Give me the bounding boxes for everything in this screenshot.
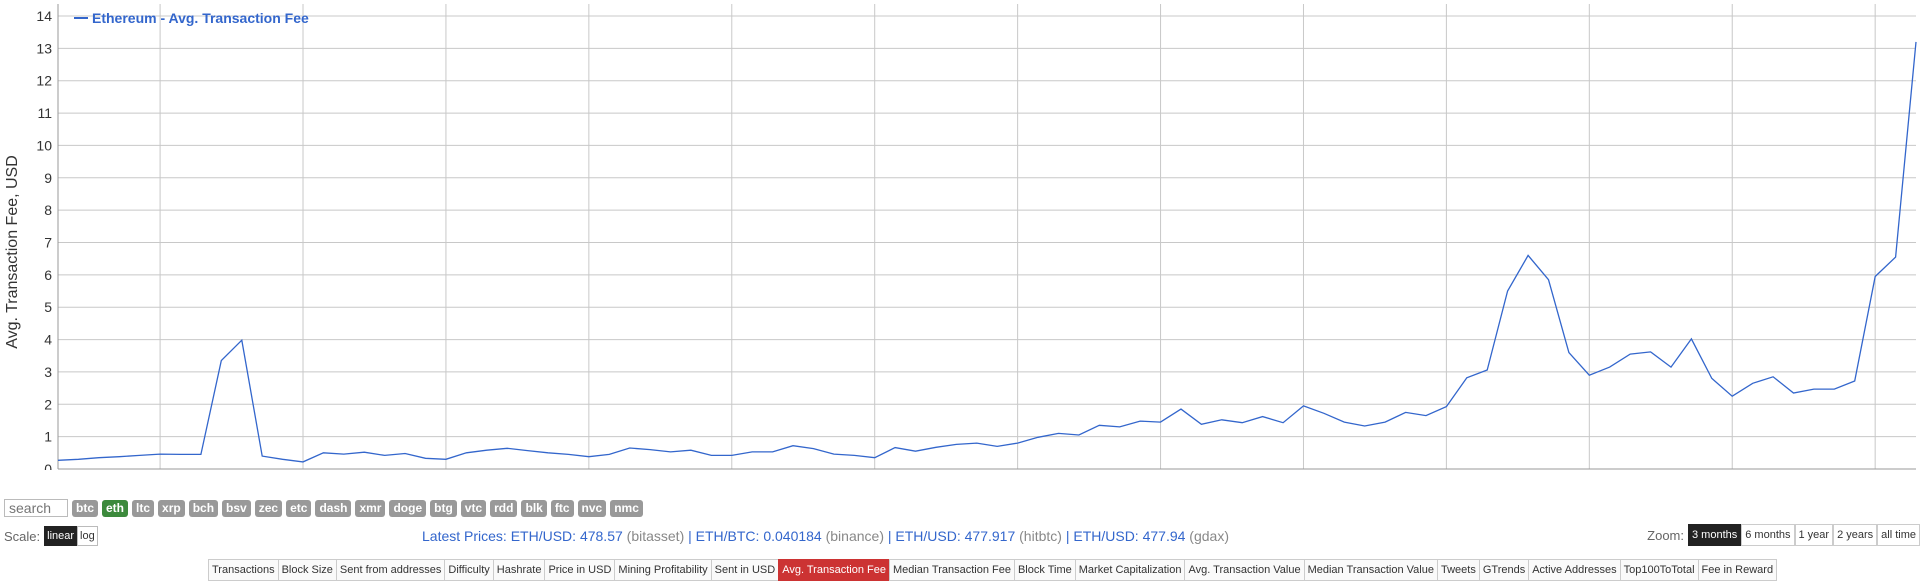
y-tick-label: 5 xyxy=(44,299,52,315)
coin-button-blk[interactable]: blk xyxy=(521,499,547,517)
y-tick-labels: 01234567891011121314 xyxy=(36,8,52,470)
coin-button-ftc[interactable]: ftc xyxy=(550,499,574,517)
zoom-buttons: 3 months 6 months 1 year 2 years all time xyxy=(1688,524,1920,546)
metric-tab-sent-in-usd[interactable]: Sent in USD xyxy=(710,559,780,581)
legend[interactable]: Ethereum - Avg. Transaction Fee xyxy=(74,10,309,26)
coin-button-etc[interactable]: etc xyxy=(286,499,312,517)
price-separator: | xyxy=(1061,528,1074,544)
coin-button-doge[interactable]: doge xyxy=(389,499,427,517)
price-source: (hitbtc) xyxy=(1019,528,1062,544)
zoom-selector: Zoom: 3 months 6 months 1 year 2 years all t… xyxy=(1647,524,1920,546)
y-tick-label: 1 xyxy=(44,429,52,445)
metric-tab-avg-transaction-fee[interactable]: Avg. Transaction Fee xyxy=(778,559,890,581)
metric-tabs: Transactions Block Size Sent from addresse… xyxy=(208,559,1778,581)
legend-label: Ethereum - Avg. Transaction Fee xyxy=(92,10,309,26)
scale-buttons: linear log xyxy=(44,526,98,546)
y-tick-label: 12 xyxy=(36,73,52,89)
series-line xyxy=(57,41,1917,463)
coin-button-vtc[interactable]: vtc xyxy=(460,499,487,517)
metric-tab-transactions[interactable]: Transactions xyxy=(208,559,279,581)
x-gridlines xyxy=(159,4,1876,469)
metric-tab-market-capitalization[interactable]: Market Capitalization xyxy=(1074,559,1186,581)
metric-tab-tweets[interactable]: Tweets xyxy=(1436,559,1480,581)
y-tick-label: 3 xyxy=(44,364,52,380)
zoom-button-3-months[interactable]: 3 months xyxy=(1688,524,1742,546)
metric-tab-median-transaction-fee[interactable]: Median Transaction Fee xyxy=(888,559,1015,581)
metric-tab-fee-in-reward[interactable]: Fee in Reward xyxy=(1697,559,1778,581)
metric-tab-hashrate[interactable]: Hashrate xyxy=(492,559,546,581)
y-tick-label: 4 xyxy=(44,332,52,348)
coin-button-bch[interactable]: bch xyxy=(188,499,219,517)
y-tick-label: 2 xyxy=(44,396,52,412)
metric-tab-top100tototal[interactable]: Top100ToTotal xyxy=(1619,559,1699,581)
scale-selector: Scale: linear log xyxy=(4,526,98,546)
latest-prices: Latest Prices: ETH/USD: 478.57 (bitasset… xyxy=(422,528,1229,544)
price-source: (bitasset) xyxy=(626,528,685,544)
zoom-button-6-months[interactable]: 6 months xyxy=(1741,524,1795,546)
y-tick-label: 0 xyxy=(44,461,52,470)
scale-label: Scale: xyxy=(4,528,41,544)
coin-button-ltc[interactable]: ltc xyxy=(132,499,155,517)
coin-buttons: btc eth ltc xrp bch bsv zec etc dash xmr doge btg vt… xyxy=(72,499,643,517)
coin-button-dash[interactable]: dash xyxy=(315,499,352,517)
metric-tab-sent-from-addresses[interactable]: Sent from addresses xyxy=(335,559,446,581)
y-tick-label: 10 xyxy=(36,137,52,153)
coin-selector: btcethltcxrpbchbsvzecetcdashxmrdogebtgvt… xyxy=(4,499,643,517)
y-tick-label: 9 xyxy=(44,170,52,186)
metric-tab-avg-transaction-value[interactable]: Avg. Transaction Value xyxy=(1184,559,1305,581)
y-gridlines xyxy=(58,15,1916,470)
search-input[interactable] xyxy=(4,499,68,517)
coin-button-eth[interactable]: eth xyxy=(102,499,128,517)
chart: 01234567891011121314 07 Jun14 Jun21 Jun2… xyxy=(4,4,1917,470)
price-source: (gdax) xyxy=(1189,528,1229,544)
y-tick-label: 7 xyxy=(44,235,52,251)
zoom-button-1-year[interactable]: 1 year xyxy=(1794,524,1834,546)
latest-prices-label: Latest Prices: xyxy=(422,528,507,544)
y-tick-label: 8 xyxy=(44,202,52,218)
price-pair[interactable]: ETH/BTC: 0.040184 xyxy=(696,528,826,544)
price-source: (binance) xyxy=(825,528,884,544)
metric-tab-block-size[interactable]: Block Size xyxy=(277,559,337,581)
price-pair[interactable]: ETH/USD: 477.917 xyxy=(895,528,1019,544)
y-tick-label: 6 xyxy=(44,267,52,283)
coin-button-xrp[interactable]: xrp xyxy=(158,499,185,517)
y-tick-label: 13 xyxy=(36,40,52,56)
metric-tab-active-addresses[interactable]: Active Addresses xyxy=(1528,559,1621,581)
metric-tab-median-transaction-value[interactable]: Median Transaction Value xyxy=(1303,559,1438,581)
coin-button-bsv[interactable]: bsv xyxy=(222,499,251,517)
metric-tab-mining-profitability[interactable]: Mining Profitability xyxy=(614,559,712,581)
scale-button-linear[interactable]: linear xyxy=(44,526,78,546)
metric-tab-difficulty[interactable]: Difficulty xyxy=(444,559,494,581)
coin-button-nmc[interactable]: nmc xyxy=(610,499,643,517)
price-separator: | xyxy=(684,528,696,544)
metric-tab-block-time[interactable]: Block Time xyxy=(1013,559,1076,581)
coin-button-btg[interactable]: btg xyxy=(430,499,457,517)
metric-tab-price-in-usd[interactable]: Price in USD xyxy=(544,559,616,581)
metric-tab-gtrends[interactable]: GTrends xyxy=(1478,559,1530,581)
price-separator: | xyxy=(883,528,896,544)
data-points xyxy=(58,42,1916,462)
y-tick-label: 14 xyxy=(36,8,52,24)
coin-button-nvc[interactable]: nvc xyxy=(577,499,607,517)
zoom-button-all-time[interactable]: all time xyxy=(1877,524,1920,546)
coin-button-rdd[interactable]: rdd xyxy=(490,499,518,517)
price-pair[interactable]: ETH/USD: 477.94 xyxy=(1073,528,1189,544)
y-axis-label: Avg. Transaction Fee, USD xyxy=(4,155,21,349)
zoom-button-2-years[interactable]: 2 years xyxy=(1833,524,1878,546)
coin-button-zec[interactable]: zec xyxy=(254,499,283,517)
y-tick-label: 11 xyxy=(37,105,52,121)
scale-button-log[interactable]: log xyxy=(77,526,98,546)
price-pair[interactable]: ETH/USD: 478.57 xyxy=(511,528,627,544)
coin-button-btc[interactable]: btc xyxy=(72,499,98,517)
coin-button-xmr[interactable]: xmr xyxy=(355,499,386,517)
price-items: ETH/USD: 478.57 (bitasset) | ETH/BTC: 0.… xyxy=(511,528,1229,544)
zoom-label: Zoom: xyxy=(1647,527,1684,543)
